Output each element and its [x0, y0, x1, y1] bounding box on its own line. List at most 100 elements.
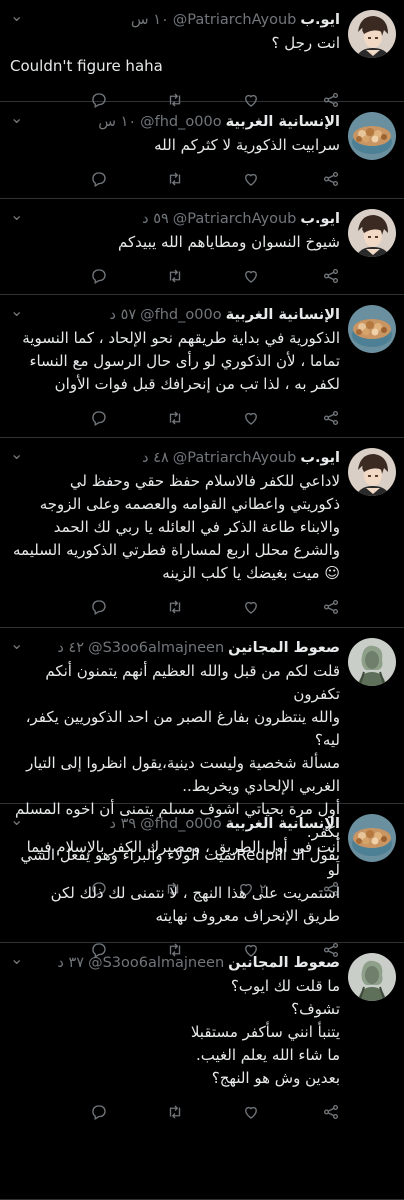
author-name[interactable]: الإنسانية الغربية [226, 816, 340, 832]
tweet[interactable]: ⌄ صعوط المجانين@S3oo6almajneen٣٧ د ما قلت … [0, 943, 404, 1200]
reply-icon [90, 267, 108, 285]
tweet-text: أنت في أول الطريق ، ومصيرك الكفر بالإسلا… [10, 836, 340, 928]
retweet-button[interactable] [166, 267, 184, 285]
author-handle[interactable]: @S3oo6almajneen [88, 640, 224, 656]
avatar[interactable] [348, 112, 396, 160]
author-name[interactable]: الإنسانية الغربية [226, 114, 340, 130]
reply-icon [90, 170, 108, 188]
more-icon[interactable]: ⌄ [10, 108, 24, 127]
tweet-timestamp[interactable]: ٤٢ د [57, 640, 84, 656]
like-button[interactable] [242, 409, 264, 427]
like-button[interactable] [242, 1103, 264, 1121]
reply-button[interactable] [90, 409, 108, 427]
share-icon [322, 267, 340, 285]
tweet-timestamp[interactable]: ٥٧ د [109, 307, 136, 323]
tweet-timestamp[interactable]: ٣٧ د [57, 955, 84, 971]
more-icon[interactable]: ⌄ [10, 444, 24, 463]
author-name[interactable]: ايو.ب [300, 450, 340, 466]
timeline: ⌄ ايو.ب@PatriarchAyoub١٠ س انت رجل ؟ Couldn… [0, 0, 404, 1200]
share-button[interactable] [322, 598, 340, 616]
tweet-timestamp[interactable]: ١٠ س [131, 12, 169, 28]
tweet-text: الذكورية في بداية طريقهم نحو الإلحاد ، ك… [10, 327, 340, 396]
author-handle[interactable]: @S3oo6almajneen [88, 955, 224, 971]
tweet[interactable]: ⌄ ايو.ب@PatriarchAyoub٥٩ د شيوخ النسوان وم… [0, 199, 404, 295]
author-name[interactable]: الإنسانية الغربية [226, 307, 340, 323]
author-name[interactable]: صعوط المجانين [228, 955, 340, 971]
reply-button[interactable] [90, 598, 108, 616]
share-button[interactable] [322, 1103, 340, 1121]
like-button[interactable] [242, 170, 264, 188]
more-icon[interactable]: ⌄ [10, 6, 24, 25]
tweet-header: الإنسانية الغربية @fhd_o00o٥٧ د [10, 305, 340, 325]
share-button[interactable] [322, 170, 340, 188]
retweet-icon [166, 267, 184, 285]
avatar[interactable] [348, 814, 396, 862]
tweet[interactable]: ⌄ الإنسانية الغربية @fhd_o00o٥٧ د الذكورية … [0, 295, 404, 438]
tweet-actions [90, 1090, 340, 1134]
author-handle[interactable]: @fhd_o00o [140, 307, 221, 323]
share-button[interactable] [322, 409, 340, 427]
like-button[interactable] [242, 598, 264, 616]
retweet-button[interactable] [166, 1103, 184, 1121]
tweet-text-line: استمريت على هذا النهج ، لا نتمنى لك ذلك … [50, 884, 340, 902]
heart-icon [242, 267, 260, 285]
tweet-text: سرابيت الذكورية لا كثركم الله [10, 134, 340, 157]
avatar[interactable] [348, 638, 396, 686]
heart-icon [242, 409, 260, 427]
share-icon [322, 409, 340, 427]
reply-button[interactable] [90, 1103, 108, 1121]
avatar[interactable] [348, 305, 396, 353]
tweet-text-line: الذكورية في بداية طريقهم نحو الإلحاد ، ك… [22, 329, 340, 347]
tweet[interactable]: ⌄ ايو.ب@PatriarchAyoub٤٨ د لاداعي للكفر فا… [0, 438, 404, 628]
more-icon[interactable]: ⌄ [10, 634, 24, 653]
more-icon[interactable]: ⌄ [10, 810, 24, 829]
avatar[interactable] [348, 448, 396, 496]
retweet-button[interactable] [166, 170, 184, 188]
reply-button[interactable] [90, 267, 108, 285]
more-icon[interactable]: ⌄ [10, 949, 24, 968]
tweet-text: شيوخ النسوان ومطاياهم الله يبيدكم [10, 231, 340, 254]
reply-icon [90, 1103, 108, 1121]
tweet-actions [90, 157, 340, 201]
author-handle[interactable]: @fhd_o00o [140, 816, 221, 832]
author-handle[interactable]: @PatriarchAyoub [173, 12, 297, 28]
author-handle[interactable]: @fhd_o00o [140, 114, 221, 130]
author-name[interactable]: صعوط المجانين [228, 640, 340, 656]
tweet-actions [90, 396, 340, 440]
author-name[interactable]: ايو.ب [300, 12, 340, 28]
tweet-header: ايو.ب@PatriarchAyoub١٠ س [10, 10, 340, 30]
retweet-button[interactable] [166, 598, 184, 616]
tweet-text-line: والابناء طاعة الذكر في العائله يا ربي لك… [53, 518, 340, 536]
like-button[interactable] [242, 267, 264, 285]
tweet-text-line: بعدين وش هو النهج؟ [211, 1069, 340, 1087]
share-icon [322, 1103, 340, 1121]
retweet-button[interactable] [166, 409, 184, 427]
tweet-timestamp[interactable]: ٤٨ د [142, 450, 169, 466]
tweet-header: ايو.ب@PatriarchAyoub٥٩ د [10, 209, 340, 229]
avatar[interactable] [348, 209, 396, 257]
tweet-text-line: تكفرون [293, 685, 340, 703]
tweet-text-line: طريق الإنحراف معروف نهايته [155, 907, 340, 925]
tweet-timestamp[interactable]: ٥٩ د [142, 211, 169, 227]
tweet-timestamp[interactable]: ٣٩ د [109, 816, 136, 832]
avatar[interactable] [348, 10, 396, 58]
tweet-timestamp[interactable]: ١٠ س [98, 114, 136, 130]
tweet-header: صعوط المجانين@S3oo6almajneen٤٢ د [10, 638, 340, 658]
more-icon[interactable]: ⌄ [10, 301, 24, 320]
share-icon [322, 598, 340, 616]
author-name[interactable]: ايو.ب [300, 211, 340, 227]
tweet-text: انت رجل ؟ Couldn't figure haha [10, 32, 340, 78]
tweet[interactable]: ⌄ الإنسانية الغربية @fhd_o00o١٠ س سرابيت ال… [0, 102, 404, 199]
author-handle[interactable]: @PatriarchAyoub [173, 450, 297, 466]
share-button[interactable] [322, 267, 340, 285]
tweet[interactable]: ⌄ الإنسانية الغربية @fhd_o00o٣٩ د أنت في أو… [0, 804, 404, 958]
tweet-text-line: انت رجل ؟ [271, 34, 340, 52]
more-icon[interactable]: ⌄ [10, 205, 24, 224]
tweet[interactable]: ⌄ ايو.ب@PatriarchAyoub١٠ س انت رجل ؟ Couldn… [0, 0, 404, 108]
avatar[interactable] [348, 953, 396, 1001]
reply-button[interactable] [90, 170, 108, 188]
retweet-icon [166, 1103, 184, 1121]
tweet-header: ايو.ب@PatriarchAyoub٤٨ د [10, 448, 340, 468]
tweet[interactable]: ⌄ صعوط المجانين@S3oo6almajneen٤٢ د قلت لكم… [0, 628, 404, 897]
author-handle[interactable]: @PatriarchAyoub [173, 211, 297, 227]
